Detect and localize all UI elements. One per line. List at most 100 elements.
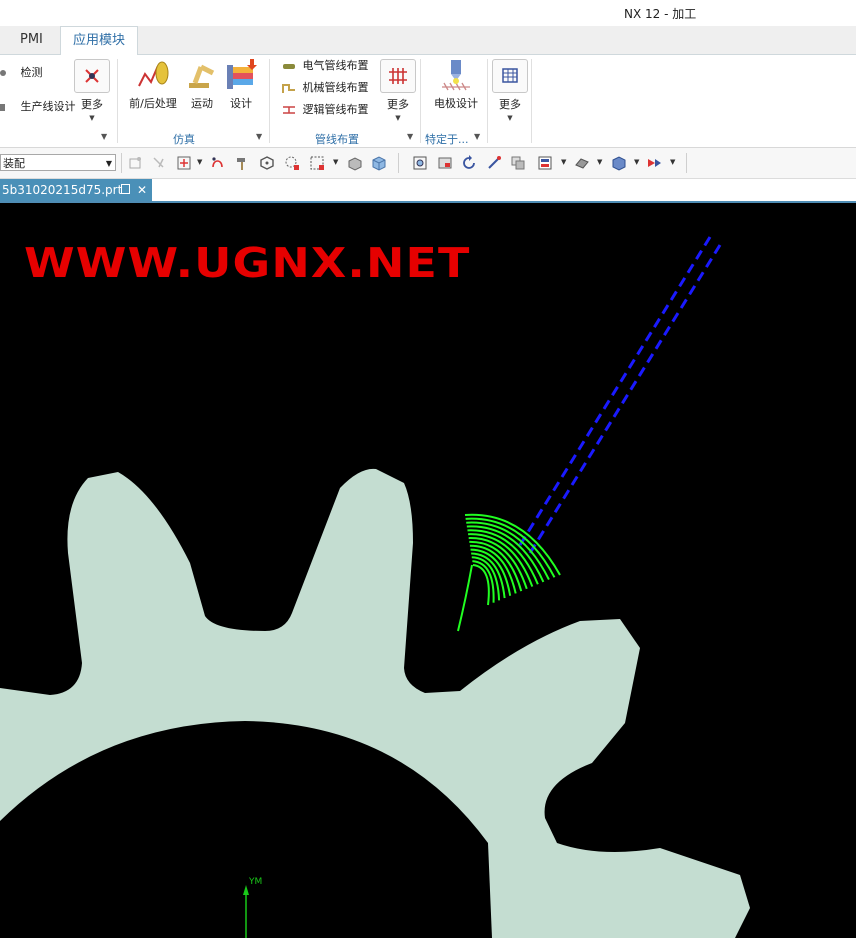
group-expand-icon[interactable]: ▼ <box>256 132 262 141</box>
zoom-window-icon[interactable] <box>437 155 453 171</box>
ym-axis-label: YM <box>249 877 263 887</box>
logical-routing-icon <box>283 106 295 114</box>
chevron-down-icon[interactable]: ▼ <box>634 158 639 166</box>
toolpath-arc <box>457 564 473 632</box>
routing-group-label: 管线布置 <box>315 133 359 146</box>
mechanical-routing-button[interactable]: 机械管线布置 <box>282 78 369 98</box>
render-style-icon[interactable] <box>537 155 553 171</box>
pin-icon[interactable] <box>121 184 130 194</box>
pre-post-label: 前/后处理 <box>129 97 177 110</box>
shaded-view-icon[interactable] <box>574 155 590 171</box>
fit-view-icon[interactable] <box>412 155 428 171</box>
group-expand-icon[interactable]: ▼ <box>407 132 413 141</box>
line-designer-icon <box>0 104 5 111</box>
group-divider <box>487 59 488 143</box>
rotate-icon[interactable] <box>461 155 477 171</box>
hammer-icon[interactable] <box>235 155 251 171</box>
simulation-group-label: 仿真 <box>173 133 195 146</box>
curve-rule-icon[interactable] <box>210 155 226 171</box>
last-more-label: 更多 <box>499 98 521 111</box>
toolpath-arc <box>471 556 501 601</box>
feature-select-icon[interactable] <box>151 155 167 171</box>
hexagon-select-icon[interactable] <box>259 155 275 171</box>
electrode-design-icon <box>442 60 470 91</box>
ribbon-tab-bar: PMI 应用模块 <box>0 26 856 55</box>
orient-view-icon[interactable] <box>510 155 526 171</box>
ribbon: 检测 生产线设计 更多 ▼ ▼ 前/后处理 运动 设计 仿真 ▼ 电气管线布置 … <box>0 55 856 148</box>
toolpath-curves[interactable] <box>457 513 561 632</box>
tool-axis-line <box>528 244 722 554</box>
component-select-icon[interactable] <box>128 155 144 171</box>
motion-button[interactable]: 运动 <box>184 59 220 111</box>
electrode-design-button[interactable]: 电极设计 <box>431 59 481 111</box>
design-icon <box>227 59 257 89</box>
view-cube-icon[interactable] <box>611 155 627 171</box>
chevron-down-icon[interactable]: ▼ <box>561 158 566 166</box>
mechanical-routing-label: 机械管线布置 <box>302 81 369 94</box>
inspection-more-label: 更多 <box>81 98 103 111</box>
line-designer-button[interactable]: 生产线设计 <box>0 97 76 117</box>
inspection-label: 检测 <box>20 66 43 79</box>
title-bar: NX 12 - 加工 <box>0 0 856 26</box>
snap-point-icon[interactable] <box>176 155 192 171</box>
chevron-down-icon: ▼ <box>105 159 112 168</box>
inspection-more-button[interactable]: 更多 ▼ <box>73 59 111 122</box>
pan-icon[interactable] <box>486 155 502 171</box>
document-tab-label: 5b31020215d75.prt <box>2 183 123 197</box>
last-more-button[interactable]: 更多 ▼ <box>491 59 529 122</box>
electrical-routing-label: 电气管线布置 <box>302 59 369 72</box>
toolbar-divider <box>398 153 399 173</box>
motion-label: 运动 <box>191 97 213 110</box>
cube-icon[interactable] <box>371 155 387 171</box>
inspection-icon <box>0 70 6 76</box>
selection-filter-dropdown[interactable]: 装配 ▼ <box>0 154 116 171</box>
mechanical-routing-icon <box>282 84 295 93</box>
tool-axis-line <box>518 236 712 546</box>
toolpath-arc <box>472 564 490 606</box>
electrical-routing-button[interactable]: 电气管线布置 <box>282 56 369 76</box>
graphics-viewport[interactable]: WWW.UGNX.NET YM <box>0 203 856 938</box>
line-designer-label: 生产线设计 <box>20 100 76 113</box>
edge-display-icon[interactable] <box>646 155 662 171</box>
solid-select-icon[interactable] <box>347 155 363 171</box>
specific-group-label: 特定于... <box>425 133 469 146</box>
document-tab-strip: 5b31020215d75.prt ✕ <box>0 179 856 203</box>
document-tab[interactable]: 5b31020215d75.prt ✕ <box>0 179 152 201</box>
scene-canvas <box>0 236 750 938</box>
routing-more-button[interactable]: 更多 ▼ <box>379 59 417 122</box>
logical-routing-button[interactable]: 逻辑管线布置 <box>282 100 369 120</box>
watermark-text: WWW.UGNX.NET <box>24 239 471 287</box>
box-select-icon[interactable] <box>309 155 325 171</box>
more-icon <box>380 59 416 93</box>
motion-icon <box>189 64 215 88</box>
close-icon[interactable]: ✕ <box>137 179 147 201</box>
more-icon <box>74 59 110 93</box>
chevron-down-icon[interactable]: ▼ <box>670 158 675 166</box>
tab-pmi[interactable]: PMI <box>20 26 43 54</box>
group-divider <box>531 59 532 143</box>
electrode-design-label: 电极设计 <box>434 97 478 110</box>
pre-post-button[interactable]: 前/后处理 <box>126 59 180 111</box>
window-title: NX 12 - 加工 <box>624 7 697 21</box>
chevron-down-icon: ▼ <box>89 114 95 122</box>
group-expand-icon[interactable]: ▼ <box>474 132 480 141</box>
selection-toolbar: 装配 ▼ ▼ ▼ ▼ ▼ ▼ ▼ <box>0 148 856 179</box>
group-divider <box>269 59 270 143</box>
logical-routing-label: 逻辑管线布置 <box>302 103 369 116</box>
inspection-button[interactable]: 检测 <box>0 63 43 83</box>
chevron-down-icon: ▼ <box>507 114 513 122</box>
pre-post-icon <box>138 61 169 87</box>
gear-select-icon[interactable] <box>284 155 300 171</box>
routing-more-label: 更多 <box>387 98 409 111</box>
chevron-down-icon[interactable]: ▼ <box>333 158 338 166</box>
group-divider <box>117 59 118 143</box>
chevron-down-icon[interactable]: ▼ <box>597 158 602 166</box>
chevron-down-icon: ▼ <box>395 114 401 122</box>
group-divider <box>420 59 421 143</box>
toolbar-divider <box>121 153 122 173</box>
chevron-down-icon[interactable]: ▼ <box>197 158 202 166</box>
group-expand-icon[interactable]: ▼ <box>101 132 107 141</box>
toolbar-divider <box>686 153 687 173</box>
tab-applications[interactable]: 应用模块 <box>60 26 138 55</box>
design-button[interactable]: 设计 <box>224 59 258 111</box>
